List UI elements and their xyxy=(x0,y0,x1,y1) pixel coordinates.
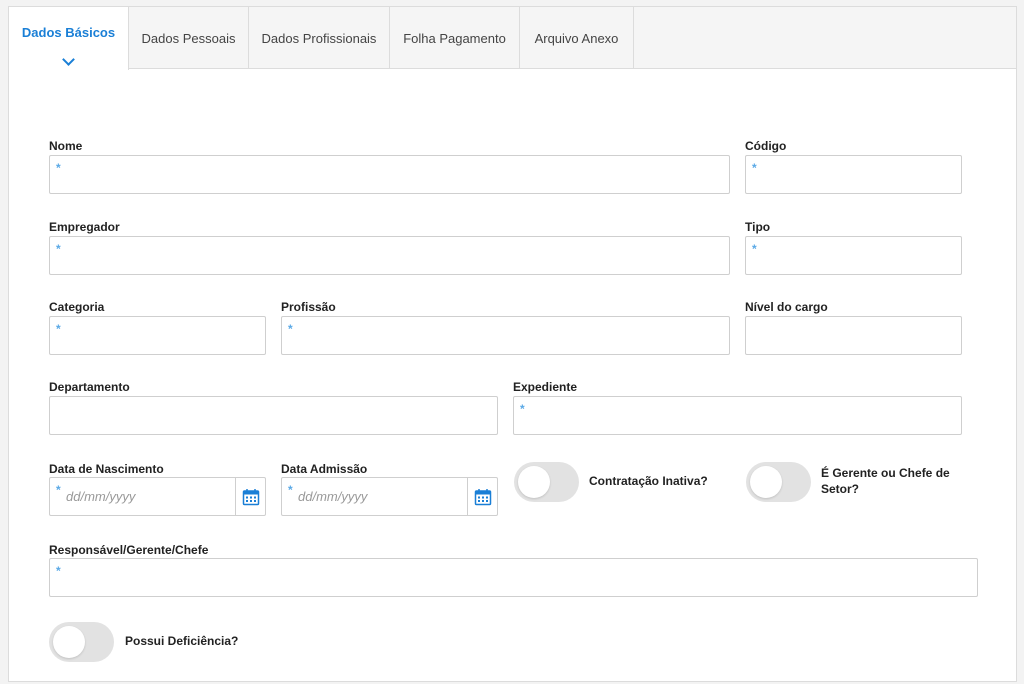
tipo-label: Tipo xyxy=(745,220,771,234)
tab-dados-basicos[interactable]: Dados Básicos xyxy=(9,7,129,70)
empregador-input[interactable]: * xyxy=(49,236,730,275)
gerente-chefe-label-line1: É Gerente ou Chefe de xyxy=(821,466,950,480)
possui-deficiencia-toggle[interactable] xyxy=(49,622,114,662)
expediente-input[interactable]: * xyxy=(513,396,962,435)
required-marker: * xyxy=(56,161,61,175)
expediente-label: Expediente xyxy=(513,380,578,394)
nome-label: Nome xyxy=(49,139,83,153)
tab-folha-pagamento[interactable]: Folha Pagamento xyxy=(390,7,520,69)
calendar-icon[interactable] xyxy=(235,478,265,515)
profissao-label: Profissão xyxy=(281,300,336,314)
gerente-chefe-toggle[interactable] xyxy=(746,462,811,502)
nivel-cargo-input[interactable] xyxy=(745,316,962,355)
data-nascimento-label: Data de Nascimento xyxy=(49,462,164,476)
tab-label: Arquivo Anexo xyxy=(534,30,619,46)
codigo-label: Código xyxy=(745,139,787,153)
tab-label: Folha Pagamento xyxy=(403,30,506,46)
required-marker: * xyxy=(288,483,293,497)
date-placeholder: dd/mm/yyyy xyxy=(298,489,368,504)
responsavel-label: Responsável/Gerente/Chefe xyxy=(49,543,209,557)
required-marker: * xyxy=(56,242,61,256)
contratacao-inativa-label: Contratação Inativa? xyxy=(589,474,708,488)
profissao-input[interactable]: * xyxy=(281,316,730,355)
categoria-input[interactable]: * xyxy=(49,316,266,355)
required-marker: * xyxy=(288,322,293,336)
required-marker: * xyxy=(520,402,525,416)
required-marker: * xyxy=(752,161,757,175)
codigo-input[interactable]: * xyxy=(745,155,962,194)
departamento-input[interactable] xyxy=(49,396,498,435)
nivel-cargo-label: Nível do cargo xyxy=(745,300,828,314)
chevron-down-icon xyxy=(61,53,75,66)
tab-dados-profissionais[interactable]: Dados Profissionais xyxy=(249,7,390,69)
required-marker: * xyxy=(56,483,61,497)
toggle-knob xyxy=(53,626,85,658)
required-marker: * xyxy=(56,322,61,336)
toggle-knob xyxy=(518,466,550,498)
calendar-icon[interactable] xyxy=(467,478,497,515)
empregador-label: Empregador xyxy=(49,220,120,234)
nome-input[interactable]: * xyxy=(49,155,730,194)
tab-label: Dados Pessoais xyxy=(141,30,236,46)
possui-deficiencia-label: Possui Deficiência? xyxy=(125,634,239,648)
tab-label: Dados Profissionais xyxy=(261,30,377,46)
tab-dados-pessoais[interactable]: Dados Pessoais xyxy=(129,7,249,69)
departamento-label: Departamento xyxy=(49,380,130,394)
required-marker: * xyxy=(56,564,61,578)
categoria-label: Categoria xyxy=(49,300,105,314)
responsavel-input[interactable]: * xyxy=(49,558,978,597)
form-panel: Dados Básicos Dados Pessoais Dados Profi… xyxy=(8,6,1017,682)
contratacao-inativa-toggle[interactable] xyxy=(514,462,579,502)
tab-bar: Dados Básicos Dados Pessoais Dados Profi… xyxy=(9,7,1016,70)
data-admissao-label: Data Admissão xyxy=(281,462,368,476)
data-nascimento-input[interactable]: * dd/mm/yyyy xyxy=(49,477,266,516)
tipo-input[interactable]: * xyxy=(745,236,962,275)
date-placeholder: dd/mm/yyyy xyxy=(66,489,136,504)
data-admissao-input[interactable]: * dd/mm/yyyy xyxy=(281,477,498,516)
tab-label: Dados Básicos xyxy=(21,25,116,40)
tab-arquivo-anexo[interactable]: Arquivo Anexo xyxy=(520,7,634,69)
toggle-knob xyxy=(750,466,782,498)
required-marker: * xyxy=(752,242,757,256)
gerente-chefe-label-line2: Setor? xyxy=(821,482,860,496)
